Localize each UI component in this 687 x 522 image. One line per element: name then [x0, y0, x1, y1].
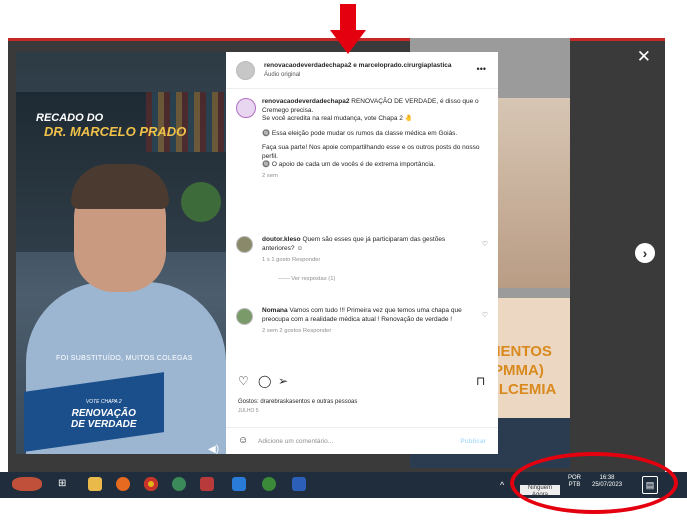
heart-icon[interactable]: ♡ [238, 374, 249, 388]
comment-username[interactable]: Nomana [262, 307, 288, 314]
comment-meta[interactable]: 1 s 1 gosto Responder [262, 256, 472, 265]
caption-line-5: 🔘 O apoio de cada um de vocês é de extre… [262, 161, 436, 168]
books-image [146, 92, 226, 152]
banner-line-3: ALCEMIA [488, 381, 557, 398]
volume-icon[interactable]: ◀) [208, 444, 219, 454]
comment-avatar[interactable] [236, 308, 253, 325]
firefox-icon[interactable] [116, 477, 130, 491]
comment-icon[interactable]: ◯ [258, 374, 271, 388]
publish-button[interactable]: Publicar [460, 438, 486, 445]
task-view-icon[interactable]: ⊞ [58, 477, 72, 491]
red-circle-annotation [510, 452, 678, 514]
post-panel: renovacaodeverdadechapa2 e marceloprado.… [226, 52, 498, 454]
banner-line-2: (PMMA) [488, 362, 544, 379]
caption-line-2: Se você acredita na real mudança, vote C… [262, 115, 413, 122]
avatar[interactable] [236, 61, 255, 80]
comment-input[interactable]: Adicione um comentário... [258, 438, 333, 445]
app-icon[interactable] [172, 477, 186, 491]
folder-icon[interactable] [88, 477, 102, 491]
more-dots-icon[interactable]: ••• [477, 64, 486, 74]
chrome-icon[interactable] [262, 477, 276, 491]
heart-icon[interactable]: ♡ [482, 240, 488, 248]
comment-avatar[interactable] [236, 236, 253, 253]
caption-time: 2 sem [262, 172, 278, 179]
post-actions: ♡ ◯ ➢ ⊓ [238, 374, 488, 390]
share-icon[interactable]: ➢ [278, 374, 288, 388]
add-comment-bar: ☺ Adicione um comentário... Publicar [226, 427, 498, 455]
campaign-logo: VOTE CHAPA 2 RENOVAÇÃO DE VERDADE [71, 397, 137, 430]
caption-username[interactable]: renovacaodeverdadechapa2 [262, 98, 349, 105]
app-icon[interactable] [200, 477, 214, 491]
comment-text: Vamos com tudo !!! Primeira vez que temo… [262, 307, 462, 323]
windows-start-icon[interactable] [12, 477, 42, 491]
screen-area: RECADO DO DR. MARCELO PRADO FOI SUBSTITU… [8, 38, 665, 498]
video-overlay-title: RECADO DO [36, 112, 104, 124]
comment: doutor.kleso Quem são esses que já parti… [262, 236, 472, 283]
smile-icon[interactable]: ☺ [238, 435, 248, 446]
post-caption: renovacaodeverdadechapa2 RENOVAÇÃO DE VE… [262, 98, 488, 180]
people-photo [495, 98, 570, 288]
word-icon[interactable] [292, 477, 306, 491]
heart-icon[interactable]: ♡ [482, 311, 488, 319]
reel-video[interactable]: RECADO DO DR. MARCELO PRADO FOI SUBSTITU… [16, 52, 228, 454]
caption-avatar[interactable] [236, 98, 256, 118]
next-arrow-icon[interactable]: › [635, 243, 655, 263]
likes-text[interactable]: Gostos: drarebraskasentos e outras pesso… [238, 399, 357, 405]
caption-line-4: Faça sua parte! Nos apoie compartilhando… [262, 144, 480, 160]
chrome-icon[interactable] [144, 477, 158, 491]
person-hair [71, 164, 169, 209]
logo-line-1: VOTE CHAPA 2 [85, 399, 122, 405]
banner-line-1: MENTOS [488, 343, 552, 360]
video-subtitle: FOI SUBSTITUÍDO, MUITOS COLEGAS [56, 355, 193, 362]
close-icon[interactable]: ✕ [637, 48, 651, 65]
post-date: JULHO 5 [238, 408, 259, 414]
plant-image [181, 182, 221, 222]
comment: Nomana Vamos com tudo !!! Primeira vez q… [262, 307, 472, 336]
logo-line-3: DE VERDADE [71, 419, 137, 430]
audio-label[interactable]: Áudio original [264, 72, 300, 78]
view-replies[interactable]: —— Ver respostas (1) [262, 275, 472, 284]
comment-username[interactable]: doutor.kleso [262, 236, 301, 243]
post-header: renovacaodeverdadechapa2 e marceloprado.… [226, 52, 498, 89]
comment-meta[interactable]: 2 sem 2 gostos Responder [262, 327, 472, 336]
bookmark-icon[interactable]: ⊓ [476, 374, 485, 388]
video-overlay-doctor-name: DR. MARCELO PRADO [44, 124, 187, 139]
app-icon[interactable] [232, 477, 246, 491]
red-down-arrow-annotation [330, 4, 366, 54]
banner-text: MENTOS (PMMA) ALCEMIA [488, 342, 556, 399]
chevron-up-icon[interactable]: ^ [500, 480, 504, 490]
caption-line-3: 🔘 Essa eleição pode mudar os rumos da cl… [262, 129, 458, 137]
post-authors[interactable]: renovacaodeverdadechapa2 e marceloprado.… [264, 62, 452, 69]
logo-line-2: RENOVAÇÃO [71, 408, 136, 419]
